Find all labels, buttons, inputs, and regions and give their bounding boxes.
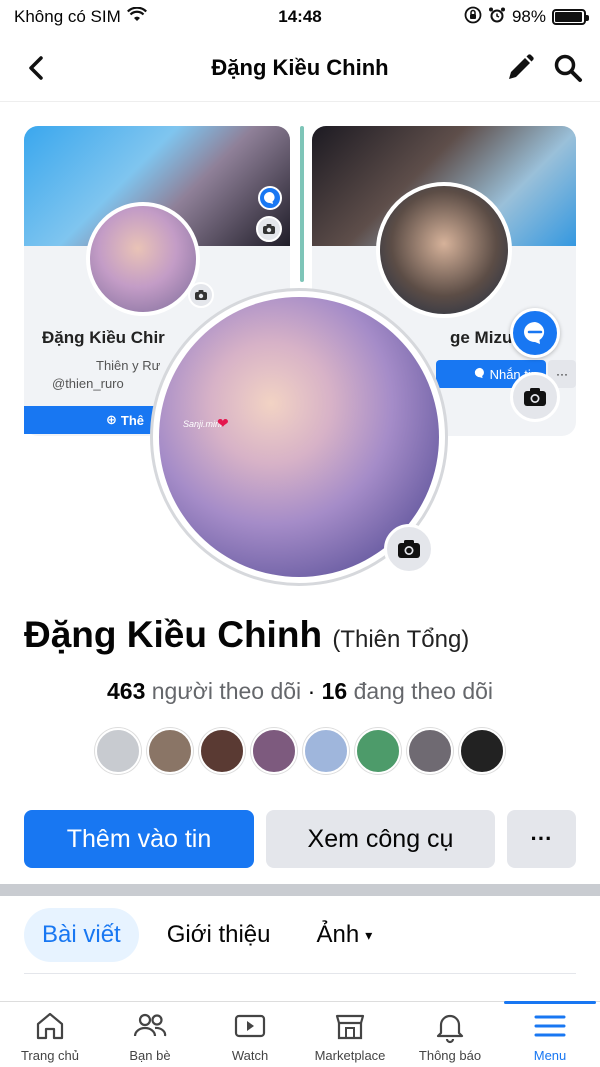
section-separator [0,884,600,896]
nav-friends[interactable]: Bạn bè [100,1002,200,1067]
mini-add-story-label: Thê [120,412,145,428]
followers-count[interactable]: 463 [107,678,145,704]
battery-icon [552,9,589,25]
search-icon [554,54,582,82]
status-left: Không có SIM [14,6,147,28]
friends-icon [133,1013,167,1037]
chevron-left-icon [29,56,43,80]
nav-notifications[interactable]: Thông báo [400,1002,500,1067]
heart-icon: ❤ [217,415,229,431]
tab-posts[interactable]: Bài viết [24,908,139,962]
profile-tabs: Bài viết Giới thiệu Ảnh ▾ [24,908,390,962]
mini-messenger-icon [258,186,282,210]
nav-notifications-label: Thông báo [418,1048,482,1063]
follower-avatar[interactable] [407,728,453,774]
following-label[interactable]: đang theo dõi [354,678,493,704]
stat-separator: · [307,678,316,704]
carrier-label: Không có SIM [14,7,121,26]
battery-fill [555,12,583,22]
mini-profile-handle-left: @thien_ruro [52,376,124,391]
bottom-nav: Trang chủ Bạn bè Watch Marketplace Thông… [0,1001,600,1067]
mini-profile-sub-left: Thiên y Rư [96,358,161,373]
follower-avatar[interactable] [459,728,505,774]
nav-friends-label: Bạn bè [129,1048,171,1063]
back-button[interactable] [18,50,54,86]
messenger-icon [524,322,545,344]
wifi-icon [126,6,147,28]
follower-avatar[interactable] [251,728,297,774]
mini-camera-icon-avatar [188,282,214,308]
mini-camera-icon-cover [256,216,282,242]
nav-watch[interactable]: Watch [200,1002,300,1067]
tab-photos-label: Ảnh [316,921,360,948]
cover-camera-button[interactable] [510,372,560,422]
mini-profile-name-left: Đặng Kiều Chir [42,328,165,347]
edit-button[interactable] [502,50,538,86]
nav-watch-label: Watch [231,1048,269,1063]
messenger-icon [474,367,486,382]
following-count[interactable]: 16 [322,678,348,704]
nav-menu[interactable]: Menu [500,1001,600,1067]
status-bar: Không có SIM 14:48 98% [0,0,600,34]
page-title: Đặng Kiều Chinh [211,54,389,80]
follower-avatar[interactable] [355,728,401,774]
watch-icon [234,1014,266,1038]
follower-avatar[interactable] [199,728,245,774]
nav-marketplace[interactable]: Marketplace [300,1002,400,1067]
tab-photos[interactable]: Ảnh ▾ [298,908,390,962]
camera-icon [398,540,420,558]
camera-icon [524,388,546,406]
orientation-lock-icon [464,6,482,29]
mini-avatar-right [376,182,512,318]
nav-home-label: Trang chủ [20,1048,80,1063]
status-right: 98% [464,6,589,29]
menu-icon [534,1015,566,1037]
mini-profile-name-right: ge Mizu [450,328,513,347]
alarm-icon [488,6,506,29]
view-tools-button[interactable]: Xem công cụ [266,810,495,868]
follower-avatar[interactable] [303,728,349,774]
profile-name: Đặng Kiều Chinh [24,614,323,655]
plus-circle-icon: ⊕ [106,412,117,427]
caret-down-icon: ▾ [365,926,373,943]
messenger-float-button[interactable] [510,308,560,358]
tab-about[interactable]: Giới thiệu [149,908,289,962]
tabs-divider [24,973,576,974]
nav-marketplace-label: Marketplace [314,1048,386,1063]
battery-percent: 98% [511,7,546,26]
home-icon [36,1012,64,1040]
avatar-camera-button[interactable] [384,524,434,574]
followers-avatars [0,728,600,774]
more-options-button[interactable]: ··· [507,810,576,868]
top-header: Đặng Kiều Chinh [0,34,600,102]
followers-label[interactable]: người theo dõi [152,678,301,704]
profile-name-block: Đặng Kiều Chinh (Thiên Tổng) [24,614,469,656]
follower-avatar[interactable] [95,728,141,774]
nav-menu-label: Menu [533,1048,567,1063]
pencil-icon [509,54,534,79]
bell-icon [436,1014,464,1044]
search-button[interactable] [550,50,586,86]
nav-home[interactable]: Trang chủ [0,1002,100,1067]
profile-alternate-name: (Thiên Tổng) [332,626,470,653]
add-to-story-button[interactable]: Thêm vào tin [24,810,254,868]
marketplace-icon [335,1014,365,1040]
cover-divider [300,126,304,282]
mini-avatar-left [86,202,200,316]
follow-stats: 463 người theo dõi · 16 đang theo dõi [0,678,600,705]
follower-avatar[interactable] [147,728,193,774]
